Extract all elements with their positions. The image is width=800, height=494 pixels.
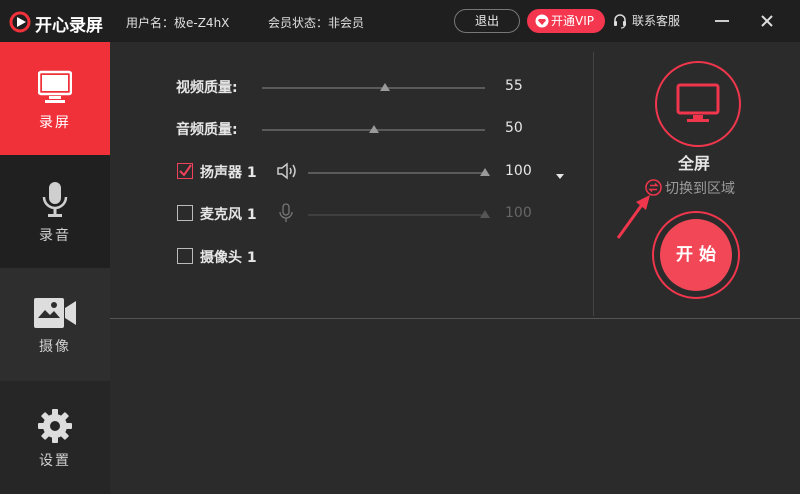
- headset-icon: [614, 14, 626, 29]
- microphone-volume-value: 100: [505, 205, 532, 221]
- sidebar-item-audio-record[interactable]: 录音: [0, 155, 110, 268]
- sidebar-item-settings[interactable]: 设置: [0, 381, 110, 494]
- logout-button[interactable]: 退出: [454, 9, 520, 33]
- speaker-icon[interactable]: [276, 161, 298, 181]
- start-button[interactable]: 开始: [652, 211, 740, 299]
- app-logo-icon: [9, 11, 31, 33]
- gear-icon: [38, 409, 72, 443]
- app-window: 开心录屏 用户名：极e-Z4hX 会员状态：非会员 退出 开通VIP 联系客服: [0, 0, 800, 494]
- microphone-icon[interactable]: [279, 203, 293, 223]
- sidebar-item-label: 摄像: [39, 339, 71, 355]
- app-title: 开心录屏: [35, 16, 103, 36]
- title-bar: 开心录屏 用户名：极e-Z4hX 会员状态：非会员 退出 开通VIP 联系客服: [0, 0, 800, 42]
- microphone-label: 麦克风 1: [200, 207, 257, 223]
- member-status: 会员状态：非会员: [268, 16, 365, 30]
- recording-list-area: [110, 319, 800, 494]
- support-label: 联系客服: [632, 14, 681, 28]
- sidebar-item-screen-record[interactable]: 录屏: [0, 42, 110, 155]
- speaker-checkbox[interactable]: [177, 163, 193, 179]
- audio-quality-label: 音频质量:: [176, 122, 238, 138]
- sidebar: 录屏 录音 摄像 设置: [0, 42, 110, 494]
- video-quality-value: 55: [505, 78, 523, 94]
- vip-button[interactable]: 开通VIP: [527, 9, 605, 33]
- close-button[interactable]: [752, 6, 782, 36]
- close-icon: [761, 15, 773, 27]
- fullscreen-mode-button[interactable]: [655, 61, 741, 147]
- speaker-label: 扬声器 1: [200, 165, 257, 181]
- microphone-icon: [42, 182, 68, 217]
- checkmark-icon: [179, 164, 192, 177]
- video-quality-slider-thumb[interactable]: [379, 83, 390, 91]
- switch-to-region-label: 切换到区域: [665, 181, 735, 197]
- speaker-volume-slider[interactable]: [308, 172, 485, 174]
- camera-checkbox[interactable]: [177, 248, 193, 264]
- monitor-icon: [676, 83, 720, 122]
- minimize-button[interactable]: [707, 6, 737, 36]
- video-camera-icon: [34, 298, 76, 328]
- annotation-arrow-icon: [616, 195, 650, 239]
- microphone-checkbox[interactable]: [177, 205, 193, 221]
- video-quality-label: 视频质量:: [176, 80, 238, 96]
- speaker-volume-value: 100: [505, 163, 532, 179]
- audio-quality-slider-thumb[interactable]: [368, 125, 379, 133]
- microphone-volume-slider-thumb[interactable]: [480, 210, 490, 218]
- speaker-dropdown-arrow[interactable]: [556, 174, 564, 179]
- sidebar-item-label: 设置: [39, 453, 71, 469]
- camera-label: 摄像头 1: [200, 250, 257, 266]
- monitor-icon: [38, 70, 72, 103]
- diamond-icon: [535, 14, 549, 28]
- sidebar-item-label: 录音: [39, 228, 71, 244]
- microphone-volume-slider[interactable]: [308, 214, 485, 216]
- speaker-volume-slider-thumb[interactable]: [480, 168, 490, 176]
- vip-button-label: 开通VIP: [551, 14, 594, 28]
- support-link[interactable]: 联系客服: [612, 13, 680, 29]
- audio-quality-value: 50: [505, 120, 523, 136]
- username-label: 用户名：极e-Z4hX: [126, 16, 230, 30]
- capture-mode-label: 全屏: [678, 154, 711, 173]
- switch-to-region-link[interactable]: 切换到区域: [645, 178, 735, 198]
- panel-divider: [593, 52, 594, 316]
- sidebar-item-camera-record[interactable]: 摄像: [0, 268, 110, 381]
- video-quality-slider[interactable]: [262, 87, 485, 89]
- start-button-label: 开始: [660, 219, 732, 291]
- sidebar-item-label: 录屏: [39, 115, 71, 131]
